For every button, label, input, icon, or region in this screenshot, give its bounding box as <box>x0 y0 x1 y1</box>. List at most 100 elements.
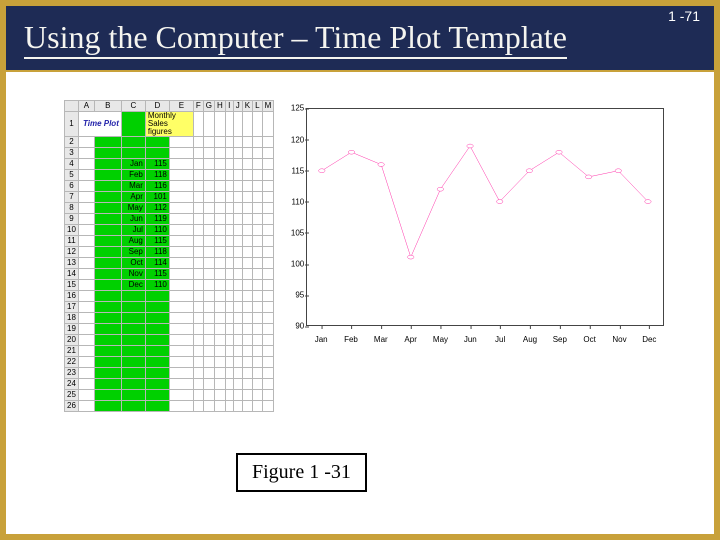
cell <box>225 357 233 368</box>
cell <box>121 357 145 368</box>
cell <box>169 291 193 302</box>
cell <box>193 269 203 280</box>
y-tick-label: 125 <box>280 104 304 113</box>
cell <box>242 313 252 324</box>
cell <box>214 302 225 313</box>
y-tick-label: 115 <box>280 166 304 175</box>
cell <box>214 203 225 214</box>
cell <box>79 258 95 269</box>
y-tick-label: 95 <box>280 291 304 300</box>
cell <box>193 368 203 379</box>
cell <box>253 214 262 225</box>
data-point <box>319 169 325 173</box>
row-header: 24 <box>65 379 79 390</box>
cell <box>262 236 274 247</box>
cell <box>225 368 233 379</box>
cell <box>94 291 121 302</box>
cell <box>94 159 121 170</box>
cell <box>193 148 203 159</box>
row-header: 12 <box>65 247 79 258</box>
cell <box>262 170 274 181</box>
line-series <box>307 109 663 325</box>
cell <box>253 335 262 346</box>
cell <box>253 170 262 181</box>
cell <box>145 291 169 302</box>
month-cell: Jun <box>121 214 145 225</box>
cell <box>214 247 225 258</box>
cell <box>225 214 233 225</box>
cell <box>169 368 193 379</box>
cell <box>225 269 233 280</box>
cell <box>94 368 121 379</box>
col-header: G <box>203 101 214 112</box>
cell <box>233 302 242 313</box>
row-header: 19 <box>65 324 79 335</box>
cell <box>121 335 145 346</box>
cell <box>242 368 252 379</box>
cell <box>214 280 225 291</box>
row-header: 16 <box>65 291 79 302</box>
cell <box>94 269 121 280</box>
time-plot-chart: 9095100105110115120125JanFebMarAprMayJun… <box>274 100 674 350</box>
cell <box>145 335 169 346</box>
x-tick-label: Jun <box>464 335 477 344</box>
cell <box>262 181 274 192</box>
cell <box>79 236 95 247</box>
cell <box>193 302 203 313</box>
cell <box>169 247 193 258</box>
cell <box>253 159 262 170</box>
cell <box>225 258 233 269</box>
cell <box>79 170 95 181</box>
cell <box>225 192 233 203</box>
row-header: 6 <box>65 181 79 192</box>
cell <box>262 192 274 203</box>
cell <box>214 313 225 324</box>
row-header: 9 <box>65 214 79 225</box>
subtitle-cell: Monthly Sales figures <box>145 112 193 137</box>
cell <box>145 148 169 159</box>
cell <box>262 302 274 313</box>
col-header: H <box>214 101 225 112</box>
cell <box>193 170 203 181</box>
cell <box>79 302 95 313</box>
cell <box>94 346 121 357</box>
cell <box>225 236 233 247</box>
spreadsheet-table: ABCDEFGHIJKLM1Time PlotMonthly Sales fig… <box>64 100 274 412</box>
row-header: 26 <box>65 401 79 412</box>
cell <box>203 247 214 258</box>
cell <box>193 203 203 214</box>
cell <box>203 258 214 269</box>
cell <box>242 214 252 225</box>
value-cell: 115 <box>145 159 169 170</box>
cell <box>193 192 203 203</box>
cell <box>262 112 274 137</box>
slide-title: Using the Computer – Time Plot Template <box>24 19 567 59</box>
cell <box>253 247 262 258</box>
cell <box>253 357 262 368</box>
cell <box>225 401 233 412</box>
cell <box>94 148 121 159</box>
cell <box>262 335 274 346</box>
cell <box>193 181 203 192</box>
col-header: D <box>145 101 169 112</box>
value-cell: 115 <box>145 236 169 247</box>
x-tick-label: Jul <box>495 335 505 344</box>
cell <box>169 258 193 269</box>
cell <box>79 203 95 214</box>
cell <box>79 346 95 357</box>
slide-frame: 1 -71 Using the Computer – Time Plot Tem… <box>0 0 720 540</box>
cell <box>145 357 169 368</box>
cell <box>262 390 274 401</box>
cell <box>203 192 214 203</box>
cell <box>214 346 225 357</box>
cell <box>233 247 242 258</box>
cell <box>262 379 274 390</box>
cell <box>203 280 214 291</box>
cell <box>203 335 214 346</box>
cell <box>253 225 262 236</box>
cell <box>242 236 252 247</box>
cell <box>253 258 262 269</box>
cell <box>203 269 214 280</box>
cell <box>169 159 193 170</box>
cell <box>145 302 169 313</box>
